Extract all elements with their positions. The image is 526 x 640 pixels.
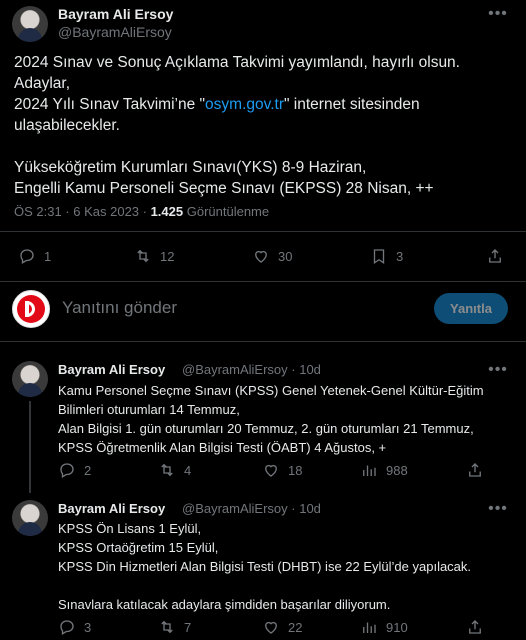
retweet-action[interactable]: 4 xyxy=(158,460,191,480)
bookmark-icon xyxy=(373,249,385,265)
tweet-text-spacer xyxy=(14,136,514,157)
reply-meta[interactable]: @BayramAliErsoy · 10d xyxy=(182,501,321,516)
reply-text-line: KPSS Ön Lisans 1 Eylül, xyxy=(58,521,202,536)
reply-text-spacer xyxy=(58,576,518,595)
divider xyxy=(0,231,526,232)
like-action[interactable]: 18 xyxy=(262,460,302,480)
tweet-text-part: 2024 Yılı Sınav Takvimi’ne " xyxy=(14,96,206,113)
tweet-detail-page: Bayram Ali Ersoy @BayramAliErsoy ••• 202… xyxy=(0,0,526,640)
heart-icon xyxy=(265,621,277,634)
views-icon xyxy=(363,465,376,476)
tweet-text-line: 2024 Sınav ve Sonuç Açıklama Takvimi yay… xyxy=(14,54,460,92)
avatar-logo xyxy=(17,295,45,323)
retweet-icon xyxy=(161,620,173,634)
more-icon[interactable]: ••• xyxy=(488,362,508,378)
reply-icon xyxy=(60,620,74,635)
share-icon xyxy=(469,620,481,634)
heart-icon xyxy=(265,464,277,477)
like-count: 30 xyxy=(278,248,293,264)
reply-input[interactable]: Yanıtını gönder xyxy=(62,298,177,318)
reply-text: Kamu Personel Seçme Sınavı (KPSS) Genel … xyxy=(58,381,518,457)
divider xyxy=(0,341,526,342)
tweet-time[interactable]: ÖS 2:31 · 6 Kas 2023 · xyxy=(14,204,151,219)
heart-icon xyxy=(255,250,267,263)
retweet-icon xyxy=(137,249,149,263)
share-action[interactable] xyxy=(486,246,504,266)
main-tweet: Bayram Ali Ersoy @BayramAliErsoy ••• 202… xyxy=(0,0,526,282)
reply-text-line: KPSS Din Hizmetleri Alan Bilgisi Testi (… xyxy=(58,559,472,574)
retweet-icon xyxy=(161,463,173,477)
reply-author-name[interactable]: Bayram Ali Ersoy xyxy=(58,501,165,516)
reply-button[interactable]: Yanıtla xyxy=(434,293,508,324)
views-count: 910 xyxy=(386,619,408,635)
views-count: 988 xyxy=(386,462,408,478)
thread-line xyxy=(29,401,31,493)
bookmark-action[interactable]: 3 xyxy=(370,246,403,266)
reply-text-line: Sınavlara katılacak adaylara şimdiden ba… xyxy=(58,597,391,612)
reply-action[interactable]: 2 xyxy=(58,460,91,480)
tweet-text-line: Yükseköğretim Kurumları Sınavı(YKS) 8-9 … xyxy=(14,159,367,176)
like-action[interactable]: 22 xyxy=(262,617,302,637)
reply-text: KPSS Ön Lisans 1 Eylül, KPSS Ortaöğretim… xyxy=(58,519,518,614)
reply-text-line: KPSS Ortaöğretim 15 Eylül, xyxy=(58,540,219,555)
reply-text-line: Alan Bilgisi 1. gün oturumları 20 Temmuz… xyxy=(58,421,474,436)
author-avatar[interactable] xyxy=(12,6,48,42)
share-icon xyxy=(489,249,501,263)
retweet-count: 7 xyxy=(184,619,192,635)
tweet-text-line: Engelli Kamu Personeli Seçme Sınavı (EKP… xyxy=(14,180,434,197)
views-action[interactable]: 910 xyxy=(360,617,408,637)
tweet-text-line: 2024 Yılı Sınav Takvimi’ne "osym.gov.tr"… xyxy=(14,94,514,115)
tweet-text-part: " internet sitesinden xyxy=(284,96,420,113)
reply-count: 3 xyxy=(84,619,92,635)
reply-tweet[interactable]: Bayram Ali Ersoy @BayramAliErsoy · 10d •… xyxy=(0,355,526,495)
reply-author-name[interactable]: Bayram Ali Ersoy xyxy=(58,362,165,377)
reply-icon xyxy=(60,463,74,478)
author-handle[interactable]: @BayramAliErsoy xyxy=(58,24,172,40)
tweet-link[interactable]: osym.gov.tr xyxy=(205,96,284,113)
retweet-count: 12 xyxy=(160,248,175,264)
share-action[interactable] xyxy=(466,460,484,480)
tweet-meta: ÖS 2:31 · 6 Kas 2023 · 1.425 Görüntülenm… xyxy=(14,204,269,219)
tweet-text: 2024 Sınav ve Sonuç Açıklama Takvimi yay… xyxy=(14,52,514,199)
reply-text-line: Kamu Personel Seçme Sınavı (KPSS) Genel … xyxy=(58,383,484,398)
tweet-text-line: ulaşabilecekler. xyxy=(14,117,120,134)
reply-tweet[interactable]: Bayram Ali Ersoy @BayramAliErsoy · 10d •… xyxy=(0,494,526,640)
reply-action[interactable]: 3 xyxy=(58,617,91,637)
reply-avatar[interactable] xyxy=(12,361,48,397)
share-icon xyxy=(469,463,481,477)
more-icon[interactable]: ••• xyxy=(488,6,508,22)
more-icon[interactable]: ••• xyxy=(488,501,508,517)
like-count: 18 xyxy=(288,462,303,478)
reply-count: 1 xyxy=(44,248,52,264)
retweet-action[interactable]: 7 xyxy=(158,617,191,637)
like-action[interactable]: 30 xyxy=(252,246,292,266)
reply-action[interactable]: 1 xyxy=(18,246,51,266)
reply-text-line: KPSS Öğretmenlik Alan Bilgisi Testi (ÖAB… xyxy=(58,440,387,455)
bookmark-count: 3 xyxy=(396,248,404,264)
reply-count: 2 xyxy=(84,462,92,478)
views-count: 1.425 xyxy=(150,204,184,219)
author-name[interactable]: Bayram Ali Ersoy xyxy=(58,6,173,22)
views-icon xyxy=(363,622,376,633)
share-action[interactable] xyxy=(466,617,484,637)
views-action[interactable]: 988 xyxy=(360,460,408,480)
user-avatar[interactable] xyxy=(12,290,50,328)
retweet-count: 4 xyxy=(184,462,192,478)
reply-meta[interactable]: @BayramAliErsoy · 10d xyxy=(182,362,321,377)
retweet-action[interactable]: 12 xyxy=(134,246,174,266)
reply-text-line: Bilimleri oturumları 14 Temmuz, xyxy=(58,402,240,417)
reply-avatar[interactable] xyxy=(12,500,48,536)
like-count: 22 xyxy=(288,619,303,635)
views-label: Görüntülenme xyxy=(183,204,270,219)
reply-icon xyxy=(20,249,34,264)
